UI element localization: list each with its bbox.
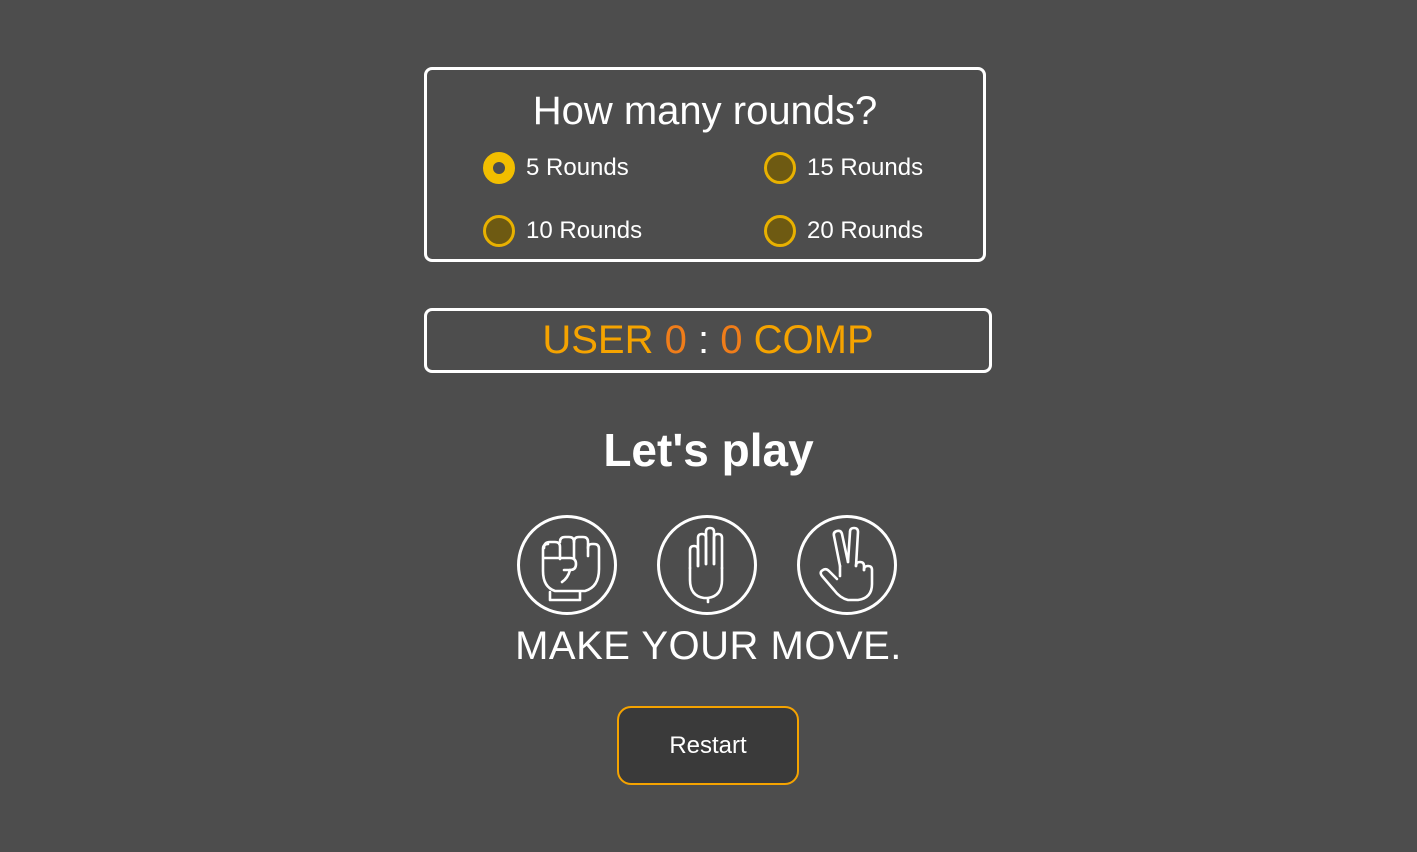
radio-20-rounds[interactable] — [764, 215, 796, 247]
scissors-hand-icon — [819, 526, 874, 602]
rounds-option-5[interactable]: 5 Rounds — [483, 148, 629, 188]
rock-button[interactable] — [517, 515, 617, 615]
rounds-option-15[interactable]: 15 Rounds — [764, 148, 923, 188]
rounds-selector-panel: How many rounds? 5 Rounds 15 Rounds 10 R… — [424, 67, 986, 262]
rounds-option-label: 10 Rounds — [526, 217, 643, 244]
user-score: 0 — [664, 318, 687, 362]
scissors-button[interactable] — [797, 515, 897, 615]
paper-hand-icon — [688, 526, 724, 604]
move-choices — [517, 515, 899, 615]
score-separator: : — [698, 318, 710, 362]
rock-fist-icon — [541, 535, 601, 602]
rounds-option-20[interactable]: 20 Rounds — [764, 211, 923, 251]
rounds-option-label: 20 Rounds — [807, 217, 924, 244]
comp-score: 0 — [720, 318, 743, 362]
radio-15-rounds[interactable] — [764, 152, 796, 184]
comp-label: COMP — [753, 318, 874, 362]
radio-5-rounds[interactable] — [483, 152, 515, 184]
restart-button[interactable]: Restart — [617, 706, 799, 785]
rounds-option-label: 15 Rounds — [807, 154, 924, 181]
move-prompt: MAKE YOUR MOVE. — [515, 624, 902, 668]
rounds-option-10[interactable]: 10 Rounds — [483, 211, 642, 251]
scoreboard: USER 0 : 0 COMP — [424, 308, 992, 373]
radio-10-rounds[interactable] — [483, 215, 515, 247]
user-label: USER — [542, 318, 654, 362]
status-heading: Let's play — [603, 424, 814, 476]
rounds-title: How many rounds? — [532, 89, 878, 133]
rounds-option-label: 5 Rounds — [526, 154, 629, 181]
paper-button[interactable] — [657, 515, 757, 615]
